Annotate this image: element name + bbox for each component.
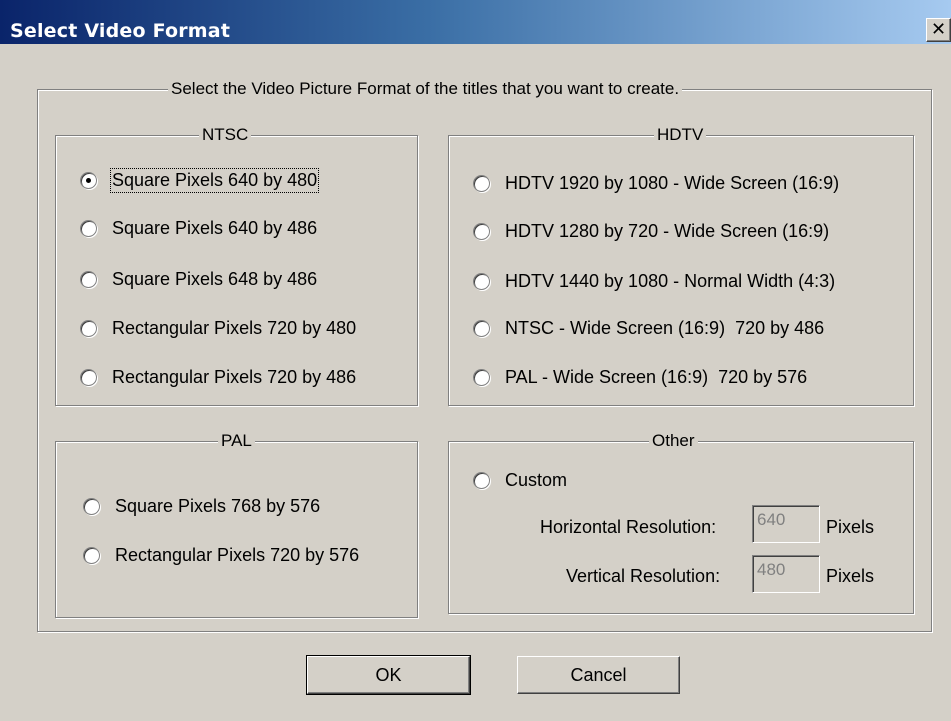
option-label: Custom xyxy=(505,469,568,490)
option-label: Rectangular Pixels 720 by 480 xyxy=(112,317,357,338)
option-label: Square Pixels 640 by 480 xyxy=(109,167,320,193)
vertical-units-label: Pixels xyxy=(826,566,875,586)
option-label: HDTV 1280 by 720 - Wide Screen (16:9) xyxy=(505,220,830,241)
option-label: Square Pixels 768 by 576 xyxy=(115,495,321,516)
radio-button[interactable] xyxy=(473,319,490,337)
radio-button[interactable] xyxy=(83,497,100,515)
other-legend: Other xyxy=(649,430,698,452)
horizontal-resolution-label: Horizontal Resolution: xyxy=(540,517,717,537)
cancel-button[interactable]: Cancel xyxy=(517,656,680,694)
title-bar: Select Video Format ✕ xyxy=(0,0,951,44)
radio-button[interactable] xyxy=(80,171,97,189)
radio-button[interactable] xyxy=(473,174,490,192)
vertical-resolution-input[interactable]: 480 xyxy=(752,555,820,593)
option-label: Square Pixels 648 by 486 xyxy=(112,268,318,289)
radio-button[interactable] xyxy=(80,270,97,288)
hdtv-option-0[interactable]: HDTV 1920 by 1080 - Wide Screen (16:9) xyxy=(473,170,839,196)
main-group-legend: Select the Video Picture Format of the t… xyxy=(168,78,683,100)
close-icon: ✕ xyxy=(930,19,947,40)
ntsc-option-0[interactable]: Square Pixels 640 by 480 xyxy=(80,167,320,193)
option-label: PAL - Wide Screen (16:9) 720 by 576 xyxy=(505,366,808,387)
radio-button[interactable] xyxy=(80,319,97,337)
horizontal-units-label: Pixels xyxy=(826,517,875,537)
hdtv-legend: HDTV xyxy=(654,124,707,146)
radio-button[interactable] xyxy=(473,368,490,386)
window-title: Select Video Format xyxy=(10,20,231,42)
option-label: HDTV 1440 by 1080 - Normal Width (4:3) xyxy=(505,270,836,291)
ntsc-option-3[interactable]: Rectangular Pixels 720 by 480 xyxy=(80,315,356,341)
vertical-resolution-label: Vertical Resolution: xyxy=(566,566,721,586)
horizontal-resolution-input[interactable]: 640 xyxy=(752,505,820,543)
radio-button[interactable] xyxy=(80,368,97,386)
pal-option-0[interactable]: Square Pixels 768 by 576 xyxy=(83,493,320,519)
custom-option[interactable]: Custom xyxy=(473,467,567,493)
radio-button[interactable] xyxy=(83,546,100,564)
hdtv-option-4[interactable]: PAL - Wide Screen (16:9) 720 by 576 xyxy=(473,364,807,390)
option-label: Rectangular Pixels 720 by 576 xyxy=(115,544,360,565)
pal-legend: PAL xyxy=(218,430,255,452)
radio-button[interactable] xyxy=(473,272,490,290)
ntsc-option-1[interactable]: Square Pixels 640 by 486 xyxy=(80,215,317,241)
ntsc-option-2[interactable]: Square Pixels 648 by 486 xyxy=(80,266,317,292)
ok-button[interactable]: OK xyxy=(306,655,471,695)
radio-button[interactable] xyxy=(473,471,490,489)
option-label: NTSC - Wide Screen (16:9) 720 by 486 xyxy=(505,317,825,338)
option-label: Rectangular Pixels 720 by 486 xyxy=(112,366,357,387)
ntsc-legend: NTSC xyxy=(199,124,252,146)
option-label: HDTV 1920 by 1080 - Wide Screen (16:9) xyxy=(505,172,840,193)
pal-group: PAL xyxy=(55,430,418,618)
radio-button[interactable] xyxy=(80,219,97,237)
radio-dot-icon xyxy=(86,177,91,183)
option-label: Square Pixels 640 by 486 xyxy=(112,217,318,238)
hdtv-option-3[interactable]: NTSC - Wide Screen (16:9) 720 by 486 xyxy=(473,315,824,341)
radio-button[interactable] xyxy=(473,222,490,240)
hdtv-option-1[interactable]: HDTV 1280 by 720 - Wide Screen (16:9) xyxy=(473,218,829,244)
pal-option-1[interactable]: Rectangular Pixels 720 by 576 xyxy=(83,542,359,568)
ntsc-option-4[interactable]: Rectangular Pixels 720 by 486 xyxy=(80,364,356,390)
close-button[interactable]: ✕ xyxy=(926,18,951,42)
hdtv-option-2[interactable]: HDTV 1440 by 1080 - Normal Width (4:3) xyxy=(473,268,835,294)
